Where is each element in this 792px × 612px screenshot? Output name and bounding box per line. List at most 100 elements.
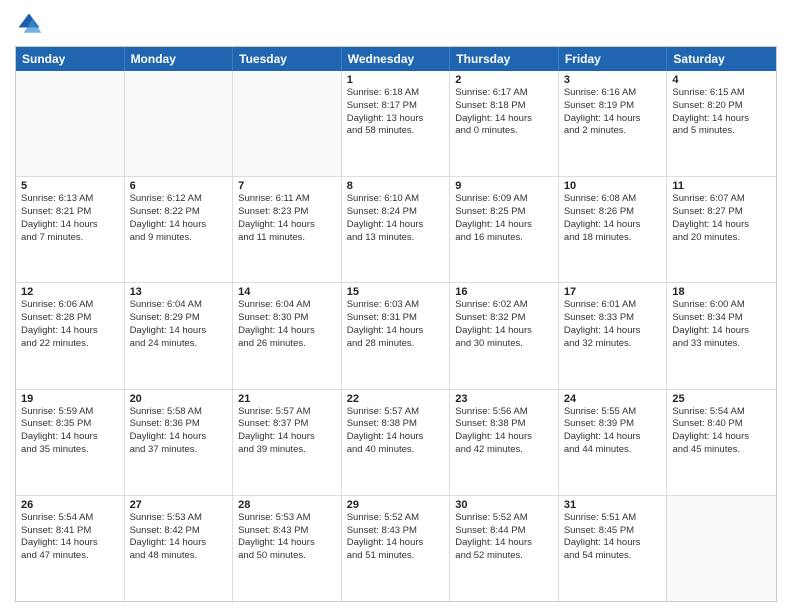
- calendar-day-2: 2Sunrise: 6:17 AM Sunset: 8:18 PM Daylig…: [450, 71, 559, 176]
- day-info: Sunrise: 6:11 AM Sunset: 8:23 PM Dayligh…: [238, 193, 336, 244]
- day-number: 4: [672, 74, 771, 86]
- day-number: 13: [130, 286, 228, 298]
- day-info: Sunrise: 5:52 AM Sunset: 8:44 PM Dayligh…: [455, 512, 553, 563]
- day-number: 3: [564, 74, 662, 86]
- day-info: Sunrise: 5:57 AM Sunset: 8:38 PM Dayligh…: [347, 406, 445, 457]
- day-number: 28: [238, 499, 336, 511]
- day-number: 19: [21, 393, 119, 405]
- calendar: SundayMondayTuesdayWednesdayThursdayFrid…: [15, 46, 777, 602]
- calendar-day-14: 14Sunrise: 6:04 AM Sunset: 8:30 PM Dayli…: [233, 283, 342, 388]
- day-info: Sunrise: 6:07 AM Sunset: 8:27 PM Dayligh…: [672, 193, 771, 244]
- day-info: Sunrise: 6:16 AM Sunset: 8:19 PM Dayligh…: [564, 87, 662, 138]
- calendar-day-27: 27Sunrise: 5:53 AM Sunset: 8:42 PM Dayli…: [125, 496, 234, 601]
- day-number: 11: [672, 180, 771, 192]
- day-number: 10: [564, 180, 662, 192]
- calendar-empty-cell: [125, 71, 234, 176]
- day-number: 17: [564, 286, 662, 298]
- calendar-week-3: 12Sunrise: 6:06 AM Sunset: 8:28 PM Dayli…: [16, 283, 776, 389]
- day-info: Sunrise: 5:57 AM Sunset: 8:37 PM Dayligh…: [238, 406, 336, 457]
- calendar-header-sunday: Sunday: [16, 47, 125, 71]
- calendar-day-3: 3Sunrise: 6:16 AM Sunset: 8:19 PM Daylig…: [559, 71, 668, 176]
- calendar-week-2: 5Sunrise: 6:13 AM Sunset: 8:21 PM Daylig…: [16, 177, 776, 283]
- day-number: 27: [130, 499, 228, 511]
- calendar-day-7: 7Sunrise: 6:11 AM Sunset: 8:23 PM Daylig…: [233, 177, 342, 282]
- day-info: Sunrise: 5:54 AM Sunset: 8:41 PM Dayligh…: [21, 512, 119, 563]
- calendar-day-20: 20Sunrise: 5:58 AM Sunset: 8:36 PM Dayli…: [125, 390, 234, 495]
- day-number: 12: [21, 286, 119, 298]
- calendar-day-9: 9Sunrise: 6:09 AM Sunset: 8:25 PM Daylig…: [450, 177, 559, 282]
- calendar-day-13: 13Sunrise: 6:04 AM Sunset: 8:29 PM Dayli…: [125, 283, 234, 388]
- calendar-header-tuesday: Tuesday: [233, 47, 342, 71]
- day-number: 31: [564, 499, 662, 511]
- day-number: 29: [347, 499, 445, 511]
- day-number: 2: [455, 74, 553, 86]
- calendar-day-29: 29Sunrise: 5:52 AM Sunset: 8:43 PM Dayli…: [342, 496, 451, 601]
- logo: [15, 10, 47, 38]
- calendar-week-4: 19Sunrise: 5:59 AM Sunset: 8:35 PM Dayli…: [16, 390, 776, 496]
- day-number: 20: [130, 393, 228, 405]
- day-number: 15: [347, 286, 445, 298]
- calendar-header-thursday: Thursday: [450, 47, 559, 71]
- day-info: Sunrise: 6:01 AM Sunset: 8:33 PM Dayligh…: [564, 299, 662, 350]
- calendar-day-12: 12Sunrise: 6:06 AM Sunset: 8:28 PM Dayli…: [16, 283, 125, 388]
- day-info: Sunrise: 5:51 AM Sunset: 8:45 PM Dayligh…: [564, 512, 662, 563]
- calendar-day-26: 26Sunrise: 5:54 AM Sunset: 8:41 PM Dayli…: [16, 496, 125, 601]
- day-info: Sunrise: 6:03 AM Sunset: 8:31 PM Dayligh…: [347, 299, 445, 350]
- day-number: 18: [672, 286, 771, 298]
- day-info: Sunrise: 5:58 AM Sunset: 8:36 PM Dayligh…: [130, 406, 228, 457]
- calendar-header-friday: Friday: [559, 47, 668, 71]
- day-info: Sunrise: 6:04 AM Sunset: 8:30 PM Dayligh…: [238, 299, 336, 350]
- calendar-day-5: 5Sunrise: 6:13 AM Sunset: 8:21 PM Daylig…: [16, 177, 125, 282]
- calendar-day-16: 16Sunrise: 6:02 AM Sunset: 8:32 PM Dayli…: [450, 283, 559, 388]
- calendar-day-1: 1Sunrise: 6:18 AM Sunset: 8:17 PM Daylig…: [342, 71, 451, 176]
- calendar-header-row: SundayMondayTuesdayWednesdayThursdayFrid…: [16, 47, 776, 71]
- calendar-header-monday: Monday: [125, 47, 234, 71]
- calendar-day-28: 28Sunrise: 5:53 AM Sunset: 8:43 PM Dayli…: [233, 496, 342, 601]
- calendar-day-11: 11Sunrise: 6:07 AM Sunset: 8:27 PM Dayli…: [667, 177, 776, 282]
- day-info: Sunrise: 5:56 AM Sunset: 8:38 PM Dayligh…: [455, 406, 553, 457]
- calendar-header-wednesday: Wednesday: [342, 47, 451, 71]
- calendar-day-15: 15Sunrise: 6:03 AM Sunset: 8:31 PM Dayli…: [342, 283, 451, 388]
- day-info: Sunrise: 6:00 AM Sunset: 8:34 PM Dayligh…: [672, 299, 771, 350]
- calendar-day-8: 8Sunrise: 6:10 AM Sunset: 8:24 PM Daylig…: [342, 177, 451, 282]
- day-number: 24: [564, 393, 662, 405]
- calendar-day-17: 17Sunrise: 6:01 AM Sunset: 8:33 PM Dayli…: [559, 283, 668, 388]
- calendar-day-4: 4Sunrise: 6:15 AM Sunset: 8:20 PM Daylig…: [667, 71, 776, 176]
- day-info: Sunrise: 5:52 AM Sunset: 8:43 PM Dayligh…: [347, 512, 445, 563]
- page: SundayMondayTuesdayWednesdayThursdayFrid…: [0, 0, 792, 612]
- calendar-day-23: 23Sunrise: 5:56 AM Sunset: 8:38 PM Dayli…: [450, 390, 559, 495]
- day-info: Sunrise: 6:12 AM Sunset: 8:22 PM Dayligh…: [130, 193, 228, 244]
- day-number: 9: [455, 180, 553, 192]
- day-info: Sunrise: 6:04 AM Sunset: 8:29 PM Dayligh…: [130, 299, 228, 350]
- calendar-day-19: 19Sunrise: 5:59 AM Sunset: 8:35 PM Dayli…: [16, 390, 125, 495]
- day-info: Sunrise: 6:02 AM Sunset: 8:32 PM Dayligh…: [455, 299, 553, 350]
- day-info: Sunrise: 5:54 AM Sunset: 8:40 PM Dayligh…: [672, 406, 771, 457]
- day-number: 8: [347, 180, 445, 192]
- day-number: 7: [238, 180, 336, 192]
- day-info: Sunrise: 6:13 AM Sunset: 8:21 PM Dayligh…: [21, 193, 119, 244]
- day-number: 23: [455, 393, 553, 405]
- day-number: 21: [238, 393, 336, 405]
- day-info: Sunrise: 6:17 AM Sunset: 8:18 PM Dayligh…: [455, 87, 553, 138]
- calendar-day-31: 31Sunrise: 5:51 AM Sunset: 8:45 PM Dayli…: [559, 496, 668, 601]
- calendar-body: 1Sunrise: 6:18 AM Sunset: 8:17 PM Daylig…: [16, 71, 776, 601]
- day-info: Sunrise: 6:10 AM Sunset: 8:24 PM Dayligh…: [347, 193, 445, 244]
- day-info: Sunrise: 6:09 AM Sunset: 8:25 PM Dayligh…: [455, 193, 553, 244]
- calendar-day-24: 24Sunrise: 5:55 AM Sunset: 8:39 PM Dayli…: [559, 390, 668, 495]
- calendar-empty-cell: [233, 71, 342, 176]
- day-number: 30: [455, 499, 553, 511]
- day-number: 22: [347, 393, 445, 405]
- day-number: 16: [455, 286, 553, 298]
- day-info: Sunrise: 5:55 AM Sunset: 8:39 PM Dayligh…: [564, 406, 662, 457]
- day-number: 25: [672, 393, 771, 405]
- logo-icon: [15, 10, 43, 38]
- day-info: Sunrise: 6:08 AM Sunset: 8:26 PM Dayligh…: [564, 193, 662, 244]
- day-info: Sunrise: 5:59 AM Sunset: 8:35 PM Dayligh…: [21, 406, 119, 457]
- calendar-week-1: 1Sunrise: 6:18 AM Sunset: 8:17 PM Daylig…: [16, 71, 776, 177]
- calendar-day-10: 10Sunrise: 6:08 AM Sunset: 8:26 PM Dayli…: [559, 177, 668, 282]
- calendar-day-25: 25Sunrise: 5:54 AM Sunset: 8:40 PM Dayli…: [667, 390, 776, 495]
- day-info: Sunrise: 5:53 AM Sunset: 8:43 PM Dayligh…: [238, 512, 336, 563]
- day-number: 6: [130, 180, 228, 192]
- day-info: Sunrise: 6:18 AM Sunset: 8:17 PM Dayligh…: [347, 87, 445, 138]
- day-info: Sunrise: 6:06 AM Sunset: 8:28 PM Dayligh…: [21, 299, 119, 350]
